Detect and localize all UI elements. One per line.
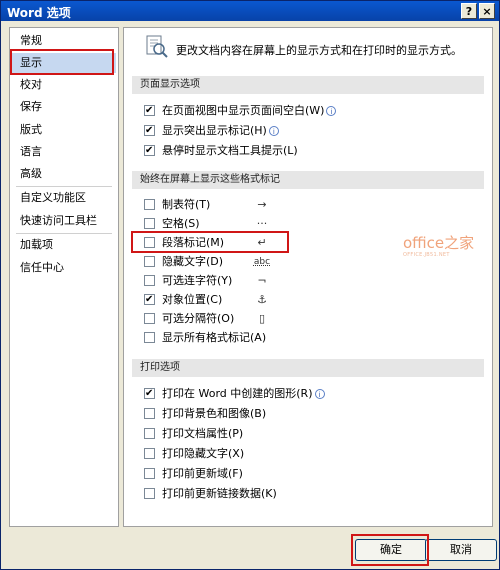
option-print-drawings[interactable]: 打印在 Word 中创建的图形(R)i [136, 385, 466, 403]
help-button[interactable]: ? [461, 3, 477, 19]
section-header-format-marks: 始终在屏幕上显示这些格式标记 [132, 171, 484, 189]
sidebar-item-language[interactable]: 语言 [12, 142, 116, 162]
sidebar-item-proofing[interactable]: 校对 [12, 75, 116, 95]
optional-hyphen-icon: ¬ [257, 274, 267, 287]
sidebar-item-advanced[interactable]: 高级 [12, 164, 116, 184]
option-label: 显示所有格式标记(A) [162, 331, 267, 344]
checkbox-show-white-space[interactable] [144, 102, 155, 120]
option-show-all-marks[interactable]: 显示所有格式标记(A) [136, 329, 466, 347]
option-label: 打印背景色和图像(B) [162, 407, 267, 420]
cancel-button[interactable]: 取消 [425, 539, 497, 561]
display-document-icon [146, 35, 168, 58]
section-header-page-display: 页面显示选项 [132, 76, 484, 94]
hidden-text-icon: abc [253, 257, 271, 267]
close-button[interactable]: × [479, 3, 495, 19]
checkbox-update-fields[interactable] [144, 468, 155, 479]
title-bar: Word 选项 ? × [1, 1, 499, 21]
option-label: 显示突出显示标记(H) [162, 124, 267, 137]
info-icon: i [326, 106, 337, 116]
checkbox-update-linked-data[interactable] [144, 488, 155, 499]
option-label: 打印文档属性(P) [162, 427, 244, 440]
highlight-box-paragraph-marks [131, 231, 289, 253]
tab-arrow-icon: → [257, 198, 267, 211]
checkbox-show-all-marks[interactable] [144, 332, 155, 343]
anchor-icon: ⚓ [257, 293, 267, 306]
sidebar-item-save[interactable]: 保存 [12, 97, 116, 117]
highlight-box-ok-button [351, 534, 429, 566]
optional-break-icon: ▯ [258, 312, 266, 325]
option-optional-breaks[interactable]: 可选分隔符(O) ▯ [136, 310, 466, 328]
sidebar-item-customize-ribbon[interactable]: 自定义功能区 [12, 188, 116, 208]
option-tab-characters[interactable]: 制表符(T) → [136, 196, 466, 214]
checkbox-print-document-properties[interactable] [144, 428, 155, 439]
option-update-fields[interactable]: 打印前更新域(F) [136, 465, 466, 483]
sidebar-item-quick-access-toolbar[interactable]: 快速访问工具栏 [12, 211, 116, 231]
option-label: 可选连字符(Y) [162, 274, 233, 287]
checkbox-object-anchors[interactable] [144, 291, 155, 309]
site-watermark: office之家 OFFICE.JB51.NET [403, 232, 483, 266]
info-icon: i [268, 126, 279, 136]
option-print-document-properties[interactable]: 打印文档属性(P) [136, 425, 466, 443]
option-print-hidden-text[interactable]: 打印隐藏文字(X) [136, 445, 466, 463]
dialog-title: Word 选项 [7, 6, 71, 20]
checkbox-show-document-tooltips[interactable] [144, 142, 155, 160]
option-label: 制表符(T) [162, 198, 211, 211]
watermark-logo-text: office之家 [403, 234, 475, 252]
sidebar-item-add-ins[interactable]: 加载项 [12, 235, 116, 255]
options-sidebar: 常规 显示 校对 保存 版式 语言 高级 自定义功能区 快速访问工具栏 加载项 … [9, 27, 119, 527]
option-label: 悬停时显示文档工具提示(L) [162, 144, 298, 157]
watermark-url: OFFICE.JB51.NET [403, 252, 450, 258]
option-update-linked-data[interactable]: 打印前更新链接数据(K) [136, 485, 466, 503]
sidebar-item-general[interactable]: 常规 [12, 31, 116, 51]
panel-description: 更改文档内容在屏幕上的显示方式和在打印时的显示方式。 [176, 44, 462, 57]
option-label: 打印前更新链接数据(K) [162, 487, 277, 500]
info-icon: i [314, 389, 325, 399]
option-show-white-space[interactable]: 在页面视图中显示页面间空白(W)i [136, 102, 466, 120]
option-optional-hyphens[interactable]: 可选连字符(Y) ¬ [136, 272, 466, 290]
checkbox-spaces[interactable] [144, 218, 155, 229]
sidebar-separator [16, 186, 112, 187]
checkbox-optional-breaks[interactable] [144, 313, 155, 324]
option-label: 对象位置(C) [162, 293, 223, 306]
sidebar-separator [16, 233, 112, 234]
checkbox-tab-characters[interactable] [144, 199, 155, 210]
checkbox-print-hidden-text[interactable] [144, 448, 155, 459]
option-object-anchors[interactable]: 对象位置(C) ⚓ [136, 291, 466, 309]
option-label: 打印前更新域(F) [162, 467, 243, 480]
checkbox-show-highlighter-marks[interactable] [144, 122, 155, 140]
word-options-dialog: Word 选项 ? × 常规 显示 校对 保存 版式 语言 高级 自定义功能区 … [0, 0, 500, 570]
option-label: 打印隐藏文字(X) [162, 447, 245, 460]
checkbox-print-drawings[interactable] [144, 385, 155, 403]
checkbox-optional-hyphens[interactable] [144, 275, 155, 286]
checkbox-hidden-text[interactable] [144, 256, 155, 267]
section-header-print: 打印选项 [132, 359, 484, 377]
option-print-background[interactable]: 打印背景色和图像(B) [136, 405, 466, 423]
option-label: 隐藏文字(D) [162, 255, 224, 268]
highlight-box-display-nav [10, 49, 114, 75]
option-show-highlighter-marks[interactable]: 显示突出显示标记(H)i [136, 122, 466, 140]
option-label: 打印在 Word 中创建的图形(R) [162, 387, 313, 400]
option-show-document-tooltips[interactable]: 悬停时显示文档工具提示(L) [136, 142, 466, 160]
option-label: 在页面视图中显示页面间空白(W) [162, 104, 325, 117]
sidebar-item-trust-center[interactable]: 信任中心 [12, 258, 116, 278]
sidebar-item-layout[interactable]: 版式 [12, 120, 116, 140]
checkbox-print-background[interactable] [144, 408, 155, 419]
option-label: 可选分隔符(O) [162, 312, 235, 325]
display-options-panel: 更改文档内容在屏幕上的显示方式和在打印时的显示方式。 页面显示选项 在页面视图中… [123, 27, 493, 527]
